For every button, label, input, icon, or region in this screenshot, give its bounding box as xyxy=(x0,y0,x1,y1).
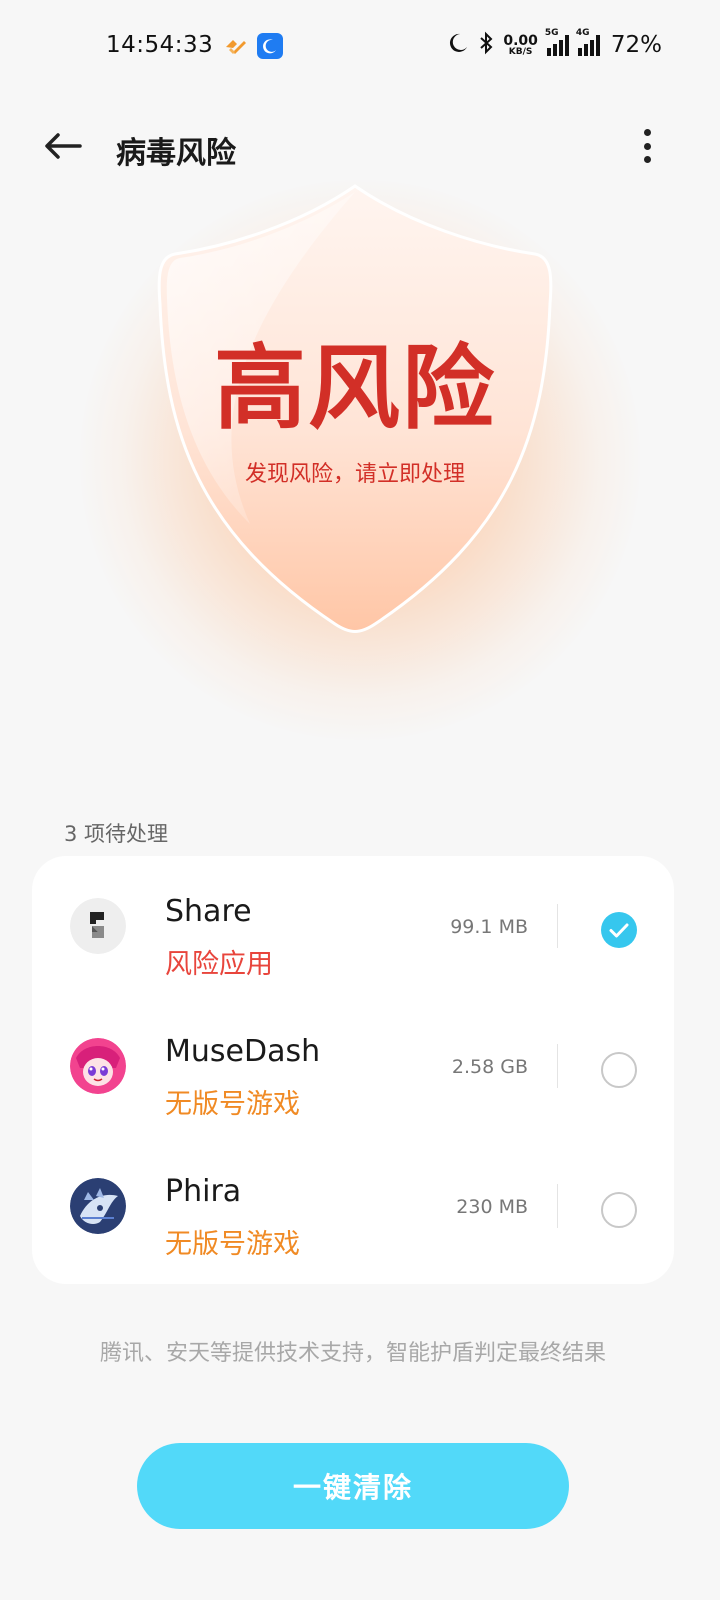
select-checkbox[interactable] xyxy=(601,1052,637,1088)
phira-app-icon xyxy=(70,1178,126,1234)
notification-app-icon xyxy=(222,33,248,59)
page-title: 病毒风险 xyxy=(116,136,236,171)
app-size: 2.58 GB xyxy=(451,1056,528,1078)
more-options-button[interactable] xyxy=(632,126,662,166)
divider xyxy=(557,1044,558,1088)
list-item[interactable]: Phira 无版号游戏 230 MB xyxy=(32,1136,674,1276)
back-button[interactable] xyxy=(40,124,84,168)
status-bar: 14:54:33 0.00 KB/S 5G 4G 72% xyxy=(0,0,720,92)
divider xyxy=(557,904,558,948)
network-speed-value: 0.00 xyxy=(503,32,538,49)
bluetooth-icon xyxy=(478,31,494,59)
app-header: 病毒风险 xyxy=(0,110,720,180)
risk-list: Share 风险应用 99.1 MB MuseDash 无版号游戏 2.58 G… xyxy=(32,856,674,1284)
share-app-icon xyxy=(70,898,126,954)
one-click-clean-button[interactable]: 一键清除 xyxy=(137,1443,569,1529)
app-size: 99.1 MB xyxy=(450,916,528,938)
list-item[interactable]: Share 风险应用 99.1 MB xyxy=(32,856,674,996)
signal-label: 4G xyxy=(575,28,590,38)
divider xyxy=(557,1184,558,1228)
risk-tag: 风险应用 xyxy=(165,949,273,980)
signal-icon: 5G xyxy=(545,28,569,56)
status-time: 14:54:33 xyxy=(106,32,214,58)
list-item[interactable]: MuseDash 无版号游戏 2.58 GB xyxy=(32,996,674,1136)
more-vertical-icon xyxy=(643,129,651,136)
app-name: Share xyxy=(165,894,252,929)
app-size: 230 MB xyxy=(456,1196,528,1218)
moon-icon xyxy=(447,32,469,58)
checkmark-icon xyxy=(609,923,629,938)
select-checkbox[interactable] xyxy=(601,912,637,948)
risk-level: 高风险 xyxy=(213,335,496,442)
musedash-app-icon xyxy=(70,1038,126,1094)
network-speed: 0.00 KB/S xyxy=(503,34,538,57)
risk-tag: 无版号游戏 xyxy=(165,1229,300,1260)
battery-level: 72% xyxy=(610,32,662,58)
select-checkbox[interactable] xyxy=(601,1192,637,1228)
signal-icon: 4G xyxy=(576,28,600,56)
arrow-left-icon xyxy=(45,133,82,159)
risk-message: 发现风险，请立即处理 xyxy=(244,462,465,487)
network-speed-unit: KB/S xyxy=(508,46,533,57)
tech-support-note: 腾讯、安天等提供技术支持，智能护盾判定最终结果 xyxy=(99,1341,606,1366)
signal-label: 5G xyxy=(544,28,559,38)
risk-tag: 无版号游戏 xyxy=(165,1089,300,1120)
notification-moon-app-icon xyxy=(257,33,283,59)
pending-count: 3 项待处理 xyxy=(64,822,169,846)
app-name: Phira xyxy=(165,1174,242,1209)
app-name: MuseDash xyxy=(165,1034,321,1069)
